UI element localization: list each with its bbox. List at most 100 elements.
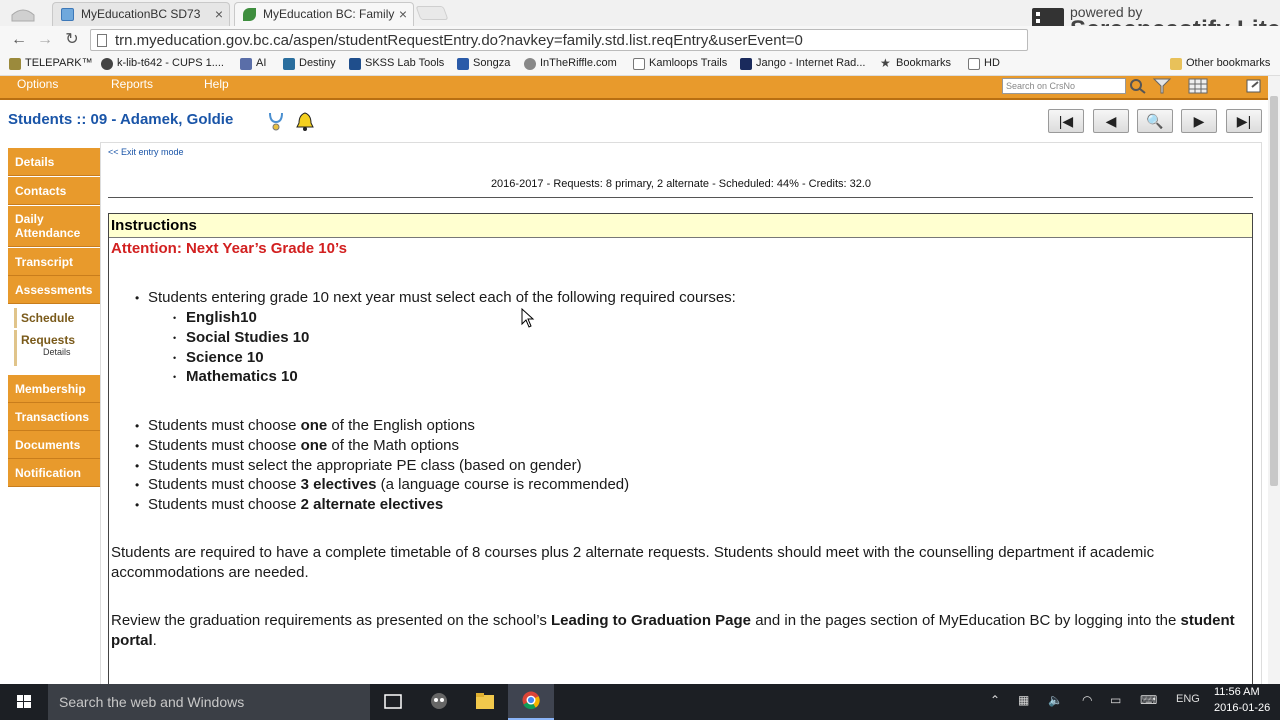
bullet-icon: • [173,333,177,343]
close-icon[interactable]: × [399,3,407,25]
sidebar-item-documents[interactable]: Documents [8,431,101,459]
magnifier-icon: 🔍 [1146,113,1164,129]
bookmark-item[interactable]: TELEPARK™ [9,57,93,70]
notification-icon[interactable]: ▭ [1110,693,1121,707]
bookmark-item[interactable]: k-lib-t642 - CUPS 1.... [101,57,224,70]
scrollbar-thumb[interactable] [1270,96,1278,486]
sidebar-item-membership[interactable]: Membership [8,375,101,403]
bookmark-item[interactable]: Songza [457,57,510,70]
required-course: Mathematics 10 [186,368,298,385]
bookmark-item[interactable]: HD [968,57,1000,70]
sidebar-item-details[interactable]: Details [8,148,101,176]
first-record-button[interactable]: |◀ [1048,109,1084,133]
paragraph-text: Review the graduation requirements as pr… [111,612,551,629]
leading-to-graduation-link[interactable]: Leading to Graduation Page [551,612,751,629]
menu-help[interactable]: Help [204,77,229,91]
last-record-button[interactable]: ▶| [1226,109,1262,133]
sidebar-subitem-details[interactable]: Details [21,347,101,357]
tab-title: MyEducation BC: Family [263,7,395,21]
rule-text: Students must choose [148,437,301,454]
tab-title: MyEducationBC SD73 [81,7,201,21]
sidebar-item-transactions[interactable]: Transactions [8,403,101,431]
bookmark-item[interactable]: Destiny [283,57,336,70]
sidebar-item-contacts[interactable]: Contacts [8,177,101,205]
taskbar-search-input[interactable]: Search the web and Windows [48,684,370,720]
mouse-cursor-icon [521,308,535,328]
bookmark-item[interactable]: Kamloops Trails [633,57,727,70]
bookmark-label: HD [984,57,1000,69]
windows-start-icon[interactable] [0,684,48,720]
rule-emphasis: one [300,417,328,434]
sidebar-item-schedule[interactable]: Schedule [14,308,101,328]
bookmark-item[interactable]: Jango - Internet Rad... [740,57,865,70]
last-record-icon: ▶| [1236,113,1252,129]
browser-toolbar: ← → ↻ trn.myeducation.gov.bc.ca/aspen/st… [0,26,1280,54]
rule-text: Students must choose [148,417,301,434]
menu-options[interactable]: Options [17,77,58,91]
rule-text: Students must choose [148,476,301,493]
search-icon[interactable] [1128,78,1148,94]
sidebar-item-transcript[interactable]: Transcript [8,248,101,276]
keyboard-icon[interactable]: ⌨ [1140,693,1157,707]
course-search-input[interactable]: Search on CrsNo [1002,78,1126,94]
clock-time[interactable]: 11:56 AM [1214,686,1260,698]
chrome-user-icon[interactable] [6,3,40,23]
alert-bell-icon[interactable] [294,110,316,132]
bullet-icon: • [173,313,177,323]
search-record-button[interactable]: 🔍 [1137,109,1173,133]
bookmark-label: InTheRiffle.com [540,57,617,69]
chrome-icon[interactable] [508,684,554,720]
windows-taskbar: Search the web and Windows ⌃ ▦ 🔈 ◠ ▭ ⌨ E… [0,684,1280,720]
stethoscope-icon[interactable] [266,110,288,132]
grid-icon[interactable] [1188,78,1208,94]
tab-myeducation-family[interactable]: MyEducation BC: Family × [234,2,414,26]
sidebar-item-daily-attendance[interactable]: Daily Attendance [8,206,101,247]
bullet-icon: • [173,372,177,382]
forward-arrow-icon[interactable]: → [34,30,56,50]
sidebar-item-assessments[interactable]: Assessments [8,276,101,304]
wifi-icon[interactable]: ◠ [1082,693,1092,707]
clock-date[interactable]: 2016-01-26 [1214,702,1270,714]
next-record-button[interactable]: ▶ [1181,109,1217,133]
spy-app-icon[interactable] [416,684,462,720]
required-courses-intro: Students entering grade 10 next year mus… [148,289,736,306]
sidebar-item-notification[interactable]: Notification [8,459,101,487]
filter-icon[interactable] [1152,78,1172,94]
page-icon [633,58,645,70]
tab-myeducationbc-sd73[interactable]: MyEducationBC SD73 × [52,2,230,26]
reload-icon[interactable]: ↻ [61,30,83,50]
new-tab-button[interactable] [415,6,449,20]
page-icon [97,34,107,47]
bookmark-item[interactable]: SKSS Lab Tools [349,57,444,70]
close-icon[interactable]: × [215,3,223,25]
page-scrollbar[interactable] [1268,76,1280,685]
other-bookmarks[interactable]: Other bookmarks [1170,57,1270,70]
file-explorer-icon[interactable] [462,684,508,720]
sidebar-item-requests[interactable]: Requests Details [14,330,101,366]
bookmark-item[interactable]: ★ Bookmarks [880,57,951,69]
page-favicon-icon [61,8,74,21]
exit-entry-mode-link[interactable]: << Exit entry mode [108,147,184,157]
star-icon: ★ [880,56,891,70]
paragraph-text: . [152,632,157,649]
menu-reports[interactable]: Reports [111,77,153,91]
bookmark-item[interactable]: InTheRiffle.com [524,57,617,70]
bullet-icon: • [173,353,177,363]
chevron-up-icon[interactable]: ⌃ [990,693,1000,707]
language-indicator[interactable]: ENG [1176,693,1200,705]
sidebar-item-requests-label: Requests [21,333,76,347]
network-icon[interactable]: ▦ [1018,693,1029,707]
riffle-icon [524,58,536,70]
task-view-icon[interactable] [370,684,416,720]
back-arrow-icon[interactable]: ← [8,30,30,50]
popout-icon[interactable] [1244,78,1264,94]
divider [108,197,1253,198]
previous-record-icon: ◀ [1105,113,1117,129]
volume-icon[interactable]: 🔈 [1048,693,1063,707]
address-bar[interactable]: trn.myeducation.gov.bc.ca/aspen/studentR… [90,29,1028,51]
request-summary: 2016-2017 - Requests: 8 primary, 2 alter… [490,178,872,190]
bookmark-item[interactable]: AI [240,57,266,70]
url-text: trn.myeducation.gov.bc.ca/aspen/studentR… [115,32,803,49]
previous-record-button[interactable]: ◀ [1093,109,1129,133]
required-course: English10 [186,309,257,326]
